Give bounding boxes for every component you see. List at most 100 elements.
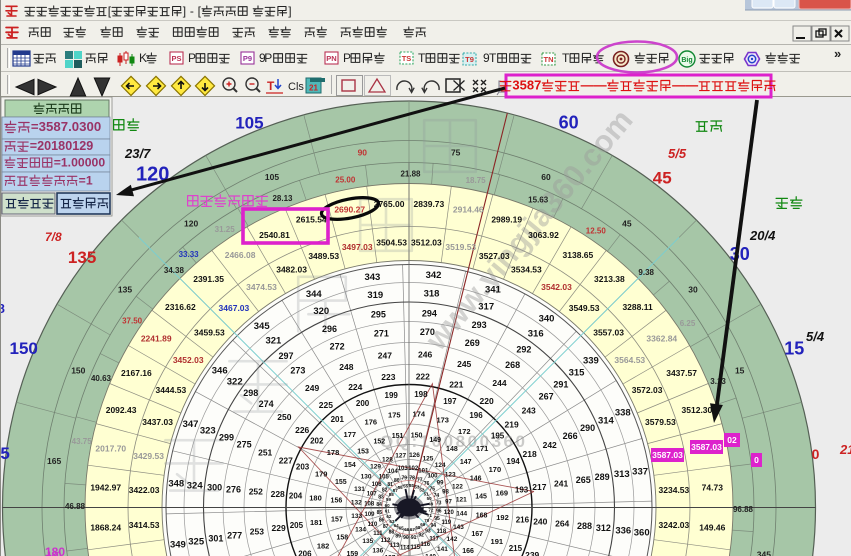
svg-text:30: 30 bbox=[730, 244, 750, 264]
svg-text:251: 251 bbox=[258, 447, 272, 457]
svg-text:2391.35: 2391.35 bbox=[193, 274, 224, 284]
svg-text:197: 197 bbox=[443, 397, 457, 406]
svg-text:206: 206 bbox=[298, 550, 312, 556]
svg-text:105: 105 bbox=[379, 475, 390, 481]
svg-text:142: 142 bbox=[446, 536, 457, 543]
svg-text:103: 103 bbox=[398, 466, 409, 472]
svg-text:194: 194 bbox=[506, 457, 520, 466]
svg-text:104: 104 bbox=[388, 469, 399, 475]
svg-text:105: 105 bbox=[265, 172, 279, 182]
svg-text:290: 290 bbox=[580, 423, 595, 433]
svg-text:154: 154 bbox=[344, 462, 356, 469]
svg-text:74.73: 74.73 bbox=[702, 483, 724, 493]
svg-text:74: 74 bbox=[434, 493, 440, 499]
svg-text:150: 150 bbox=[10, 339, 38, 358]
svg-text:349: 349 bbox=[170, 540, 186, 551]
svg-text:3572.03: 3572.03 bbox=[632, 385, 663, 395]
svg-text:131: 131 bbox=[354, 486, 365, 493]
svg-text:——: —— bbox=[672, 78, 698, 93]
svg-text:120: 120 bbox=[184, 219, 198, 229]
svg-text:P9: P9 bbox=[243, 54, 252, 63]
svg-text:114: 114 bbox=[400, 545, 410, 551]
svg-text:3527.03: 3527.03 bbox=[479, 251, 510, 261]
svg-text:343: 343 bbox=[364, 272, 380, 283]
svg-text:144: 144 bbox=[456, 510, 467, 517]
svg-text:T9: T9 bbox=[465, 55, 474, 64]
svg-text:295: 295 bbox=[371, 310, 386, 320]
svg-text:30: 30 bbox=[688, 285, 698, 295]
svg-text:3467.03: 3467.03 bbox=[219, 303, 250, 313]
svg-text:99: 99 bbox=[437, 481, 444, 487]
svg-text:78: 78 bbox=[409, 476, 415, 482]
svg-text:201: 201 bbox=[331, 415, 345, 424]
svg-text:148: 148 bbox=[446, 446, 458, 453]
svg-text:89: 89 bbox=[395, 533, 401, 539]
svg-text:66: 66 bbox=[404, 527, 410, 532]
svg-text:34.38: 34.38 bbox=[164, 266, 185, 275]
svg-text:3579.53: 3579.53 bbox=[645, 417, 676, 427]
svg-text:341: 341 bbox=[485, 285, 502, 296]
svg-text:60: 60 bbox=[385, 503, 391, 508]
svg-text:93: 93 bbox=[425, 529, 431, 535]
svg-text:152: 152 bbox=[373, 438, 385, 445]
svg-text:135: 135 bbox=[68, 248, 96, 267]
svg-text:339: 339 bbox=[583, 356, 599, 367]
svg-text:1942.97: 1942.97 bbox=[90, 483, 121, 493]
svg-text:100: 100 bbox=[427, 473, 438, 479]
svg-text:90: 90 bbox=[358, 148, 368, 158]
svg-text:3564.53: 3564.53 bbox=[614, 355, 645, 365]
svg-text:60: 60 bbox=[559, 113, 579, 133]
svg-text:23/7: 23/7 bbox=[124, 146, 151, 161]
svg-text:83: 83 bbox=[378, 495, 384, 501]
svg-text:21: 21 bbox=[309, 84, 318, 93]
svg-text:155: 155 bbox=[335, 479, 347, 486]
svg-text:239: 239 bbox=[525, 550, 539, 556]
svg-text:109: 109 bbox=[364, 512, 375, 518]
svg-text:T: T bbox=[562, 51, 570, 65]
svg-text:2316.62: 2316.62 bbox=[165, 302, 196, 312]
svg-text:3452.03: 3452.03 bbox=[173, 355, 204, 365]
svg-text:94: 94 bbox=[431, 523, 437, 529]
svg-text:3422.03: 3422.03 bbox=[129, 485, 160, 495]
svg-text:2092.43: 2092.43 bbox=[106, 405, 137, 415]
svg-text:264: 264 bbox=[555, 519, 569, 529]
svg-text:5/4: 5/4 bbox=[806, 329, 825, 344]
svg-text:318: 318 bbox=[424, 289, 440, 300]
svg-text:244: 244 bbox=[492, 378, 506, 388]
svg-text:101: 101 bbox=[418, 468, 429, 474]
svg-text:110: 110 bbox=[368, 522, 378, 528]
svg-text:195: 195 bbox=[491, 432, 505, 441]
svg-text:=1: =1 bbox=[79, 173, 93, 187]
svg-text:125: 125 bbox=[423, 455, 434, 462]
svg-text:215: 215 bbox=[509, 544, 523, 553]
svg-text:247: 247 bbox=[378, 351, 392, 361]
svg-text:174: 174 bbox=[413, 410, 426, 419]
svg-text:172: 172 bbox=[458, 427, 471, 436]
svg-text:122: 122 bbox=[452, 483, 463, 490]
svg-text:3474.53: 3474.53 bbox=[246, 282, 277, 292]
svg-text:3482.03: 3482.03 bbox=[276, 264, 307, 274]
svg-text:46.88: 46.88 bbox=[65, 502, 86, 511]
svg-text:204: 204 bbox=[289, 492, 303, 501]
svg-text:156: 156 bbox=[331, 497, 343, 504]
svg-text:2466.08: 2466.08 bbox=[225, 250, 256, 260]
svg-text:146: 146 bbox=[470, 475, 482, 482]
svg-text:3288.11: 3288.11 bbox=[622, 302, 653, 312]
svg-text:96: 96 bbox=[436, 508, 442, 514]
svg-text:70: 70 bbox=[424, 518, 430, 523]
svg-text:21/3: 21/3 bbox=[839, 442, 851, 457]
svg-text:246: 246 bbox=[418, 349, 432, 359]
svg-text:193: 193 bbox=[515, 486, 529, 495]
svg-text:203: 203 bbox=[296, 463, 310, 472]
svg-text:9T: 9T bbox=[483, 51, 497, 65]
svg-text:7/8: 7/8 bbox=[45, 230, 62, 244]
svg-text:135: 135 bbox=[118, 285, 132, 295]
svg-text:77: 77 bbox=[417, 477, 423, 483]
svg-text:345: 345 bbox=[757, 549, 771, 556]
svg-text:79: 79 bbox=[402, 476, 408, 482]
svg-text:] - [: ] - [ bbox=[183, 4, 202, 18]
svg-text:12.50: 12.50 bbox=[586, 227, 607, 236]
svg-text:31.25: 31.25 bbox=[215, 225, 236, 234]
svg-text:28.13: 28.13 bbox=[272, 194, 293, 203]
svg-text:216: 216 bbox=[516, 515, 530, 524]
